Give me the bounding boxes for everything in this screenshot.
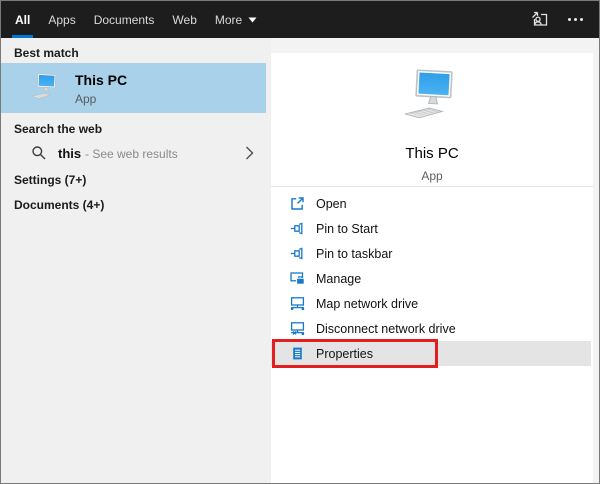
tab-apps[interactable]: Apps [39,1,84,38]
tab-web-label: Web [172,12,197,27]
tab-all-label: All [15,12,31,27]
context-actions-list: Open Pin to Start Pin to taskbar Manage … [271,191,593,368]
sign-in-icon[interactable] [530,11,550,28]
action-pin-to-start[interactable]: Pin to Start [271,216,593,241]
action-map-network-drive[interactable]: Map network drive [271,291,593,316]
tab-more[interactable]: More [206,1,266,38]
action-label: Properties [316,346,373,361]
open-icon [289,196,305,212]
tab-apps-label: Apps [48,12,76,27]
tab-documents-label: Documents [93,12,155,27]
this-pc-icon-large [400,69,464,128]
disconnect-network-drive-icon [289,321,305,337]
search-flyout-window: All Apps Documents Web More Best match T… [0,0,600,484]
results-list-panel: Best match This PC App Search the web th… [1,38,271,483]
action-disconnect-network-drive[interactable]: Disconnect network drive [271,316,593,341]
manage-icon [289,271,305,287]
action-label: Map network drive [316,296,419,311]
search-web-header: Search the web [14,122,103,136]
search-filter-bar: All Apps Documents Web More [1,1,599,38]
divider [271,186,593,187]
preview-panel: This PC App Open Pin to Start Pin to tas… [271,53,593,483]
best-match-subtitle: App [75,92,97,106]
action-label: Manage [316,271,362,286]
properties-icon [289,346,305,362]
preview-subtitle: App [421,169,443,183]
web-hint-text: - See web results [85,147,178,161]
this-pc-icon [29,73,62,106]
best-match-result-this-pc[interactable]: This PC App [1,63,266,113]
settings-group-header[interactable]: Settings (7+) [14,173,86,187]
action-open[interactable]: Open [271,191,593,216]
tab-more-label: More [214,12,243,27]
web-query-text: this [58,146,82,161]
action-manage[interactable]: Manage [271,266,593,291]
chevron-right-icon [245,146,254,165]
best-match-header: Best match [14,46,79,60]
tab-all[interactable]: All [6,1,39,38]
search-icon [31,145,47,166]
action-label: Pin to Start [316,221,378,236]
action-label: Disconnect network drive [316,321,456,336]
action-label: Open [316,196,347,211]
pin-icon [289,221,305,237]
web-search-result[interactable]: this - See web results [1,138,266,170]
tab-documents[interactable]: Documents [85,1,164,38]
best-match-title: This PC [75,72,128,88]
documents-group-header[interactable]: Documents (4+) [14,198,104,212]
more-options-icon[interactable] [566,14,585,25]
tab-web[interactable]: Web [163,1,205,38]
preview-title: This PC [405,145,459,162]
pin-icon [289,246,305,262]
action-label: Pin to taskbar [316,246,393,261]
chevron-down-icon [248,17,257,23]
map-network-drive-icon [289,296,305,312]
action-properties[interactable]: Properties [271,339,591,368]
action-pin-to-taskbar[interactable]: Pin to taskbar [271,241,593,266]
